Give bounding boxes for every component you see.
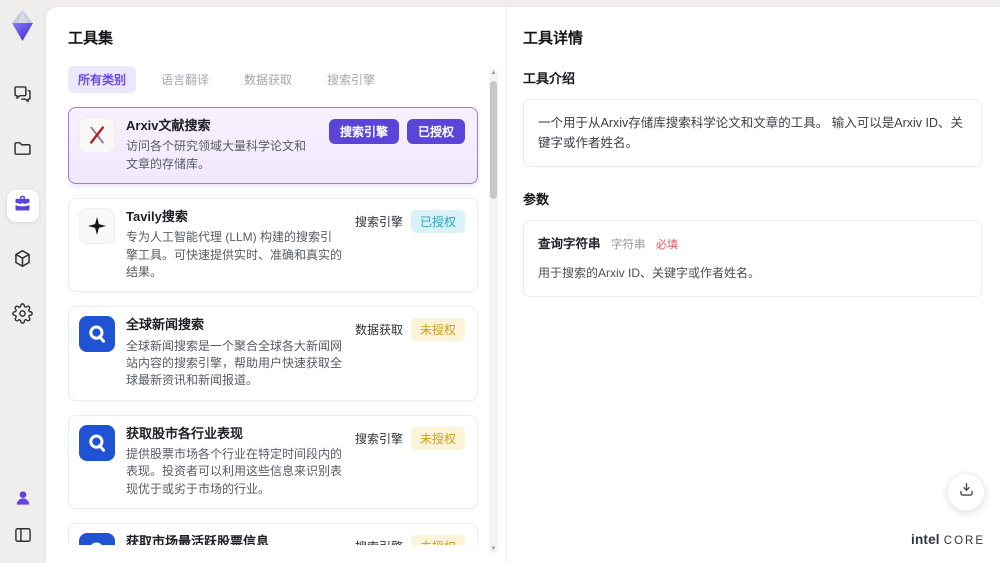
tool-name: Arxiv文献搜索	[126, 118, 211, 133]
tool-status-badge: 已授权	[410, 209, 465, 233]
nav-chat[interactable]	[7, 80, 39, 112]
rail-bottom	[0, 486, 45, 551]
category-tab-label: 搜索引擎	[327, 73, 376, 87]
tool-status-badge: 未授权	[410, 426, 465, 450]
tool-category-label: 搜索引擎	[354, 214, 403, 229]
nav-toolbox[interactable]	[6, 190, 39, 222]
intro-text: 一个用于从Arxiv存储库搜索科学论文和文章的工具。 输入可以是Arxiv ID…	[538, 116, 964, 150]
scroll-down-icon[interactable]: ▼	[489, 545, 498, 553]
category-tab-3[interactable]: 搜索引擎	[317, 66, 385, 93]
tool-status-badge: 未授权	[410, 318, 465, 342]
param-required-badge: 必填	[655, 239, 678, 251]
tool-name: 全球新闻搜索	[126, 317, 205, 333]
search-app-icon	[79, 424, 115, 461]
collapse-panel-icon	[13, 525, 33, 550]
detail-title: 工具详情	[523, 30, 584, 47]
tool-name: 获取股市各行业表现	[126, 425, 244, 441]
nav-models[interactable]	[7, 245, 39, 277]
tavily-star-icon	[79, 207, 115, 244]
params-heading: 参数	[523, 192, 550, 207]
tool-body: Tavily搜索 专为人工智能代理 (LLM) 构建的搜索引擎工具。可快速提供实…	[126, 208, 344, 281]
tool-detail-panel: 工具详情 工具介绍 一个用于从Arxiv存储库搜索科学论文和文章的工具。 输入可…	[507, 7, 1000, 563]
intro-box: 一个用于从Arxiv存储库搜索科学论文和文章的工具。 输入可以是Arxiv ID…	[523, 99, 982, 167]
chat-icon	[12, 83, 33, 109]
tool-status-badge[interactable]: 已授权	[406, 119, 465, 144]
tool-meta: 搜索引擎 已授权	[328, 117, 465, 173]
tool-meta: 搜索引擎 已授权	[355, 208, 465, 281]
tool-description: 专为人工智能代理 (LLM) 构建的搜索引擎工具。可快速提供实时、准确和真实的结…	[126, 230, 343, 279]
param-description: 用于搜索的Arxiv ID、关键字或作者姓名。	[538, 265, 761, 280]
tool-card[interactable]: 获取股市各行业表现 提供股票市场各个行业在特定时间段内的表现。投资者可以利用这些…	[68, 414, 478, 510]
tool-body: 获取股市各行业表现 提供股票市场各个行业在特定时间段内的表现。投资者可以利用这些…	[126, 425, 344, 498]
category-tab-1[interactable]: 语言翻译	[151, 66, 219, 93]
toolbox-icon	[12, 193, 33, 219]
tool-category-label: 搜索引擎	[355, 535, 403, 545]
rail-nav	[0, 80, 45, 332]
tool-card[interactable]: 全球新闻搜索 全球新闻搜索是一个聚合全球各大新闻网站内容的搜索引擎，帮助用户快速…	[68, 306, 478, 401]
param-type: 字符串	[611, 239, 646, 251]
category-tab-label: 数据获取	[244, 73, 293, 87]
nav-settings[interactable]	[7, 300, 39, 332]
intro-heading: 工具介绍	[523, 71, 576, 86]
tool-meta: 搜索引擎 未授权	[355, 533, 465, 545]
brand-intel: intel	[911, 532, 940, 547]
tool-category-label[interactable]: 搜索引擎	[328, 119, 399, 144]
collapse-sidebar-button[interactable]	[9, 523, 37, 551]
download-button[interactable]	[947, 473, 985, 511]
category-tab-label: 语言翻译	[161, 73, 210, 87]
scrollbar-track[interactable]: ▲ ▼	[489, 69, 498, 553]
tool-card[interactable]: Arxiv文献搜索 访问各个研究领域大量科学论文和文章的存储库。 搜索引擎 已授…	[68, 107, 478, 184]
tool-meta: 数据获取 未授权	[355, 316, 465, 389]
param-box: 查询字符串 字符串 必填 用于搜索的Arxiv ID、关键字或作者姓名。	[523, 220, 982, 297]
folder-icon	[12, 138, 33, 164]
scroll-up-icon[interactable]: ▲	[489, 69, 498, 77]
user-avatar[interactable]	[9, 486, 37, 514]
tool-body: 获取市场最活跃股票信息 提供当天交易量最高的股票列表，投资者可以利用这些信息来识…	[126, 533, 344, 545]
param-header: 查询字符串 字符串 必填	[538, 234, 967, 255]
main-surface: 工具集 所有类别 语言翻译 数据获取 搜索引擎 Arxiv文献搜索 访问各个研究…	[45, 6, 1000, 563]
param-name: 查询字符串	[538, 237, 601, 251]
scrollbar-thumb[interactable]	[490, 81, 497, 199]
tool-description: 提供股票市场各个行业在特定时间段内的表现。投资者可以利用这些信息来识别表现优于或…	[126, 446, 343, 496]
tool-body: Arxiv文献搜索 访问各个研究领域大量科学论文和文章的存储库。	[126, 117, 318, 173]
tool-name: Tavily搜索	[126, 208, 188, 224]
tool-description: 访问各个研究领域大量科学论文和文章的存储库。	[126, 139, 307, 171]
download-icon	[957, 480, 976, 504]
left-rail	[0, 0, 45, 563]
tool-category-label: 搜索引擎	[354, 431, 403, 446]
tool-name: 获取市场最活跃股票信息	[126, 534, 270, 545]
search-app-icon	[79, 316, 115, 353]
cube-icon	[12, 248, 33, 274]
nav-files[interactable]	[7, 135, 39, 167]
category-tab-2[interactable]: 数据获取	[234, 66, 302, 93]
user-icon	[13, 488, 33, 513]
tool-category-label: 数据获取	[354, 323, 403, 338]
category-tab-0[interactable]: 所有类别	[68, 66, 137, 93]
tool-cards: Arxiv文献搜索 访问各个研究领域大量科学论文和文章的存储库。 搜索引擎 已授…	[68, 107, 480, 545]
settings-icon	[12, 303, 33, 329]
arxiv-logo-icon	[79, 117, 115, 153]
tool-description: 全球新闻搜索是一个聚合全球各大新闻网站内容的搜索引擎，帮助用户快速获取全球最新资…	[126, 338, 343, 388]
tool-meta: 搜索引擎 未授权	[355, 425, 465, 498]
tool-body: 全球新闻搜索 全球新闻搜索是一个聚合全球各大新闻网站内容的搜索引擎，帮助用户快速…	[126, 316, 344, 389]
tool-status-badge: 未授权	[410, 535, 465, 545]
tool-card[interactable]: 获取市场最活跃股票信息 提供当天交易量最高的股票列表，投资者可以利用这些信息来识…	[68, 523, 478, 545]
brand-core: CORE	[943, 535, 985, 547]
intel-core-logo: intel CORE	[911, 532, 985, 547]
category-tab-label: 所有类别	[78, 73, 127, 87]
category-tabs: 所有类别 语言翻译 数据获取 搜索引擎	[68, 66, 480, 93]
search-app-icon	[79, 533, 115, 545]
app-logo[interactable]	[6, 8, 39, 44]
tool-list-panel: 工具集 所有类别 语言翻译 数据获取 搜索引擎 Arxiv文献搜索 访问各个研究…	[46, 7, 507, 563]
tool-card[interactable]: Tavily搜索 专为人工智能代理 (LLM) 构建的搜索引擎工具。可快速提供实…	[68, 197, 478, 293]
page-title: 工具集	[68, 30, 114, 47]
